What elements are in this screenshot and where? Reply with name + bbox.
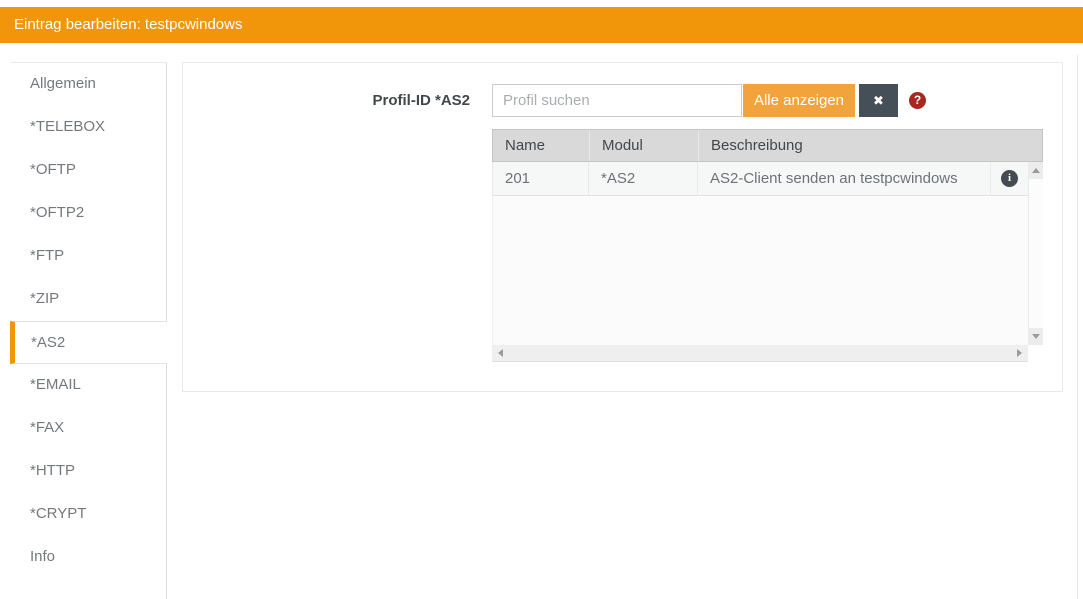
clear-button[interactable]: ✖ — [859, 84, 898, 117]
scroll-right-icon — [1017, 349, 1022, 357]
sidebar-item-oftp[interactable]: *OFTP — [10, 149, 167, 192]
sidebar-item-email[interactable]: *EMAIL — [10, 364, 167, 407]
sidebar-item-allgemein[interactable]: Allgemein — [10, 63, 167, 106]
cell-name: 201 — [493, 162, 588, 195]
profile-search-input[interactable] — [492, 84, 742, 117]
scroll-up-button[interactable] — [1029, 162, 1043, 179]
cell-modul: *AS2 — [588, 162, 697, 195]
horizontal-scrollbar[interactable] — [492, 345, 1028, 362]
scroll-down-icon — [1032, 334, 1040, 339]
sidebar-item-info[interactable]: Info — [10, 536, 167, 579]
scroll-left-icon — [498, 349, 503, 357]
row-info-icon[interactable]: i — [1001, 170, 1018, 187]
sidebar-item-as2[interactable]: *AS2 — [10, 321, 167, 364]
column-header-modul: Modul — [589, 130, 698, 161]
sidebar-item-http[interactable]: *HTTP — [10, 450, 167, 493]
profile-id-label: Profil-ID *AS2 — [183, 92, 470, 109]
table-row[interactable]: 201 *AS2 AS2-Client senden an testpcwind… — [492, 162, 1028, 196]
cell-beschreibung: AS2-Client senden an testpcwindows — [697, 162, 990, 195]
profile-table-header: Name Modul Beschreibung — [492, 129, 1043, 162]
sidebar-item-oftp2[interactable]: *OFTP2 — [10, 192, 167, 235]
page-title: Eintrag bearbeiten: testpcwindows — [14, 7, 242, 43]
sidebar-item-telebox[interactable]: *TELEBOX — [10, 106, 167, 149]
content-panel: Profil-ID *AS2 Alle anzeigen ✖ ? Name Mo… — [182, 62, 1063, 392]
show-all-button[interactable]: Alle anzeigen — [743, 84, 855, 117]
scroll-left-button[interactable] — [492, 345, 509, 361]
column-header-name: Name — [493, 130, 589, 161]
page-right-border — [1077, 55, 1078, 599]
title-bar: Eintrag bearbeiten: testpcwindows — [0, 7, 1083, 43]
scroll-up-icon — [1032, 168, 1040, 173]
sidebar-nav: Allgemein *TELEBOX *OFTP *OFTP2 *FTP *ZI… — [10, 62, 167, 579]
scroll-right-button[interactable] — [1011, 345, 1028, 361]
table-empty-area — [492, 196, 1028, 345]
scroll-down-button[interactable] — [1029, 328, 1043, 345]
sidebar-item-crypt[interactable]: *CRYPT — [10, 493, 167, 536]
vertical-scrollbar[interactable] — [1028, 162, 1043, 345]
sidebar-item-fax[interactable]: *FAX — [10, 407, 167, 450]
help-icon[interactable]: ? — [909, 92, 926, 109]
sidebar-item-ftp[interactable]: *FTP — [10, 235, 167, 278]
sidebar-item-zip[interactable]: *ZIP — [10, 278, 167, 321]
clear-x-icon: ✖ — [873, 93, 884, 108]
cell-info: i — [990, 162, 1028, 195]
column-header-beschreibung: Beschreibung — [698, 130, 1042, 161]
